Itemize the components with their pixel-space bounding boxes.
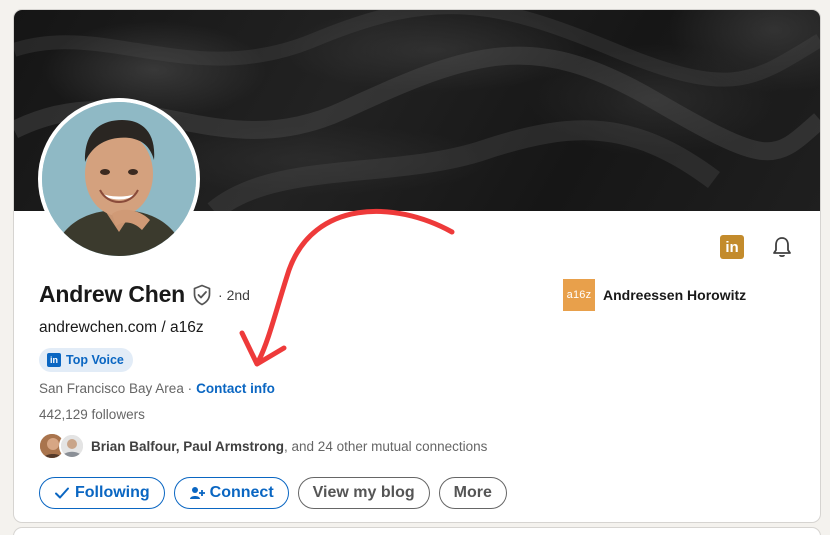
company-logo: a16z — [563, 279, 595, 311]
view-blog-button[interactable]: View my blog — [297, 477, 430, 509]
profile-photo[interactable] — [38, 98, 200, 260]
view-blog-label: View my blog — [312, 484, 415, 501]
location-text: San Francisco Bay Area · — [39, 381, 193, 396]
mutual-avatars — [39, 433, 85, 459]
followers-count: 442,129 followers — [39, 407, 145, 422]
mutual-rest: , and 24 other mutual connections — [284, 438, 488, 454]
add-person-icon — [189, 487, 205, 499]
name-row: Andrew Chen · 2nd — [39, 281, 250, 308]
linkedin-icon: in — [47, 353, 61, 367]
contact-info-link[interactable]: Contact info — [196, 381, 275, 396]
profile-name: Andrew Chen — [39, 281, 186, 307]
mutual-names: Brian Balfour, Paul Armstrong — [91, 438, 285, 454]
company-name: Andreessen Horowitz — [603, 287, 747, 303]
verified-shield-icon[interactable] — [192, 284, 212, 306]
badge-label: Top Voice — [66, 353, 124, 367]
location-row: San Francisco Bay Area · Contact info — [39, 381, 275, 396]
bell-icon[interactable] — [770, 235, 794, 259]
checkmark-icon — [55, 487, 69, 499]
mutual-connections-text: Brian Balfour, Paul Armstrong, and 24 ot… — [91, 439, 487, 454]
connect-label: Connect — [209, 484, 274, 501]
avatar — [59, 433, 85, 459]
top-voice-badge[interactable]: in Top Voice — [39, 348, 133, 372]
profile-headline: andrewchen.com / a16z — [39, 319, 204, 336]
more-button[interactable]: More — [438, 477, 507, 509]
following-label: Following — [75, 484, 150, 501]
next-card — [14, 528, 820, 535]
connection-degree: · 2nd — [218, 286, 250, 303]
mutual-connections[interactable]: Brian Balfour, Paul Armstrong, and 24 ot… — [39, 433, 487, 459]
connect-button[interactable]: Connect — [173, 477, 289, 509]
more-label: More — [453, 484, 492, 501]
profile-actions: Following Connect View my blog More — [39, 477, 507, 509]
current-company[interactable]: a16z Andreessen Horowitz — [563, 279, 746, 311]
top-right-actions: in — [720, 235, 794, 259]
profile-card: in Andrew Chen · 2nd andrewchen.com / a1… — [14, 10, 820, 522]
following-button[interactable]: Following — [39, 477, 165, 509]
linkedin-icon[interactable]: in — [720, 235, 744, 259]
